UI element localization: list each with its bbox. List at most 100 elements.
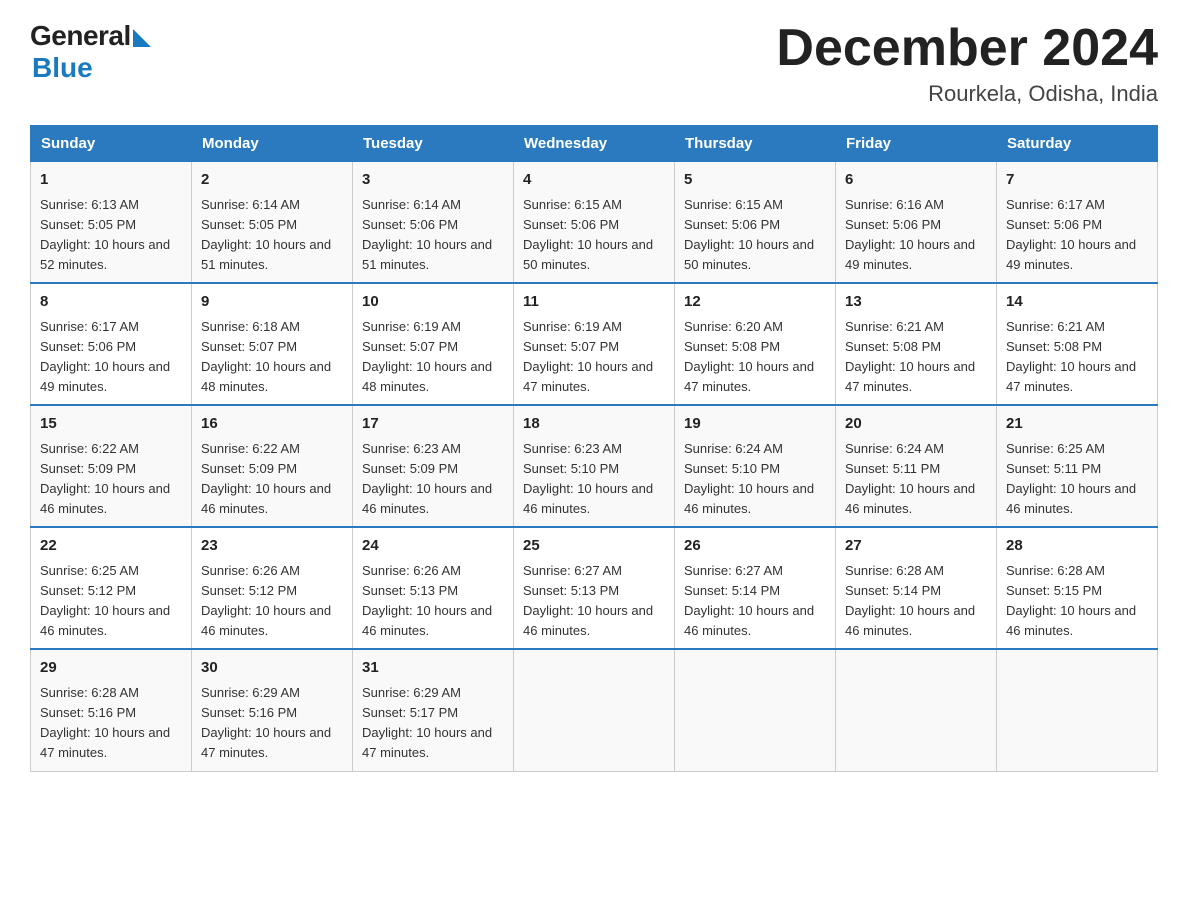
day-info: Sunrise: 6:27 AMSunset: 5:13 PMDaylight:… — [523, 561, 665, 642]
day-info: Sunrise: 6:26 AMSunset: 5:13 PMDaylight:… — [362, 561, 504, 642]
day-info: Sunrise: 6:23 AMSunset: 5:10 PMDaylight:… — [523, 439, 665, 520]
calendar-day-cell: 12 Sunrise: 6:20 AMSunset: 5:08 PMDayligh… — [675, 283, 836, 405]
day-info: Sunrise: 6:24 AMSunset: 5:10 PMDaylight:… — [684, 439, 826, 520]
logo-blue-text: Blue — [32, 52, 93, 84]
calendar-table: SundayMondayTuesdayWednesdayThursdayFrid… — [30, 125, 1158, 771]
calendar-week-row: 22Sunrise: 6:25 AMSunset: 5:12 PMDayligh… — [31, 527, 1158, 649]
day-info: Sunrise: 6:27 AMSunset: 5:14 PMDaylight:… — [684, 561, 826, 642]
calendar-header-row: SundayMondayTuesdayWednesdayThursdayFrid… — [31, 126, 1158, 162]
day-number: 7 — [1006, 169, 1148, 192]
calendar-day-cell: 15Sunrise: 6:22 AMSunset: 5:09 PMDayligh… — [31, 405, 192, 527]
day-number: 30 — [201, 657, 343, 680]
calendar-day-cell: 8Sunrise: 6:17 AMSunset: 5:06 PMDaylight… — [31, 283, 192, 405]
calendar-week-row: 1 Sunrise: 6:13 AMSunset: 5:05 PMDaylight… — [31, 162, 1158, 284]
day-number: 18 — [523, 413, 665, 436]
calendar-day-cell: 1 Sunrise: 6:13 AMSunset: 5:05 PMDaylight… — [31, 162, 192, 284]
day-info: Sunrise: 6:21 AMSunset: 5:08 PMDaylight:… — [1006, 317, 1148, 398]
day-info: Sunrise: 6:23 AMSunset: 5:09 PMDaylight:… — [362, 439, 504, 520]
calendar-day-cell: 17 Sunrise: 6:23 AMSunset: 5:09 PMDayligh… — [353, 405, 514, 527]
day-number: 14 — [1006, 291, 1148, 314]
day-info: Sunrise: 6:19 AMSunset: 5:07 PMDaylight:… — [362, 317, 504, 398]
day-number: 3 — [362, 169, 504, 192]
calendar-day-cell: 19 Sunrise: 6:24 AMSunset: 5:10 PMDayligh… — [675, 405, 836, 527]
calendar-day-cell: 4 Sunrise: 6:15 AMSunset: 5:06 PMDaylight… — [514, 162, 675, 284]
logo-triangle-icon — [133, 29, 151, 47]
day-info: Sunrise: 6:29 AMSunset: 5:16 PMDaylight:… — [201, 683, 343, 764]
day-number: 27 — [845, 535, 987, 558]
day-info: Sunrise: 6:22 AMSunset: 5:09 PMDaylight:… — [201, 439, 343, 520]
calendar-day-header: Sunday — [31, 126, 192, 162]
calendar-day-cell: 23 Sunrise: 6:26 AMSunset: 5:12 PMDayligh… — [192, 527, 353, 649]
calendar-day-cell: 9 Sunrise: 6:18 AMSunset: 5:07 PMDaylight… — [192, 283, 353, 405]
calendar-day-header: Monday — [192, 126, 353, 162]
calendar-day-header: Wednesday — [514, 126, 675, 162]
day-number: 11 — [523, 291, 665, 314]
day-info: Sunrise: 6:18 AMSunset: 5:07 PMDaylight:… — [201, 317, 343, 398]
day-number: 16 — [201, 413, 343, 436]
calendar-day-cell: 25 Sunrise: 6:27 AMSunset: 5:13 PMDayligh… — [514, 527, 675, 649]
day-number: 28 — [1006, 535, 1148, 558]
day-number: 23 — [201, 535, 343, 558]
calendar-day-cell — [997, 649, 1158, 771]
calendar-day-header: Thursday — [675, 126, 836, 162]
day-number: 13 — [845, 291, 987, 314]
main-title: December 2024 — [776, 20, 1158, 77]
calendar-week-row: 29Sunrise: 6:28 AMSunset: 5:16 PMDayligh… — [31, 649, 1158, 771]
day-info: Sunrise: 6:14 AMSunset: 5:06 PMDaylight:… — [362, 195, 504, 276]
calendar-week-row: 15 Sunrise: 6:22 AMSunset: 5:09 PMDayligh… — [31, 405, 1158, 527]
calendar-day-cell: 20 Sunrise: 6:24 AMSunset: 5:11 PMDayligh… — [836, 405, 997, 527]
calendar-day-cell: 14 Sunrise: 6:21 AMSunset: 5:08 PMDayligh… — [997, 283, 1158, 405]
calendar-day-cell: 6Sunrise: 6:16 AMSunset: 5:06 PMDaylight… — [836, 162, 997, 284]
calendar-day-cell: 10 Sunrise: 6:19 AMSunset: 5:07 PMDayligh… — [353, 283, 514, 405]
day-number: 4 — [523, 169, 665, 192]
day-number: 17 — [362, 413, 504, 436]
calendar-day-cell: 28 Sunrise: 6:28 AMSunset: 5:15 PMDayligh… — [997, 527, 1158, 649]
day-number: 12 — [684, 291, 826, 314]
day-info: Sunrise: 6:20 AMSunset: 5:08 PMDaylight:… — [684, 317, 826, 398]
day-info: Sunrise: 6:14 AMSunset: 5:05 PMDaylight:… — [201, 195, 343, 276]
day-info: Sunrise: 6:28 AMSunset: 5:15 PMDaylight:… — [1006, 561, 1148, 642]
day-info: Sunrise: 6:26 AMSunset: 5:12 PMDaylight:… — [201, 561, 343, 642]
day-info: Sunrise: 6:25 AMSunset: 5:12 PMDaylight:… — [40, 561, 182, 642]
day-number: 21 — [1006, 413, 1148, 436]
day-number: 25 — [523, 535, 665, 558]
calendar-day-cell: 7 Sunrise: 6:17 AMSunset: 5:06 PMDaylight… — [997, 162, 1158, 284]
day-info: Sunrise: 6:24 AMSunset: 5:11 PMDaylight:… — [845, 439, 987, 520]
calendar-day-cell — [836, 649, 997, 771]
day-info: Sunrise: 6:15 AMSunset: 5:06 PMDaylight:… — [684, 195, 826, 276]
day-number: 10 — [362, 291, 504, 314]
day-info: Sunrise: 6:19 AMSunset: 5:07 PMDaylight:… — [523, 317, 665, 398]
day-number: 5 — [684, 169, 826, 192]
day-info: Sunrise: 6:15 AMSunset: 5:06 PMDaylight:… — [523, 195, 665, 276]
calendar-day-cell: 27Sunrise: 6:28 AMSunset: 5:14 PMDayligh… — [836, 527, 997, 649]
day-number: 1 — [40, 169, 182, 192]
calendar-day-cell: 31 Sunrise: 6:29 AMSunset: 5:17 PMDayligh… — [353, 649, 514, 771]
day-info: Sunrise: 6:17 AMSunset: 5:06 PMDaylight:… — [40, 317, 182, 398]
calendar-week-row: 8Sunrise: 6:17 AMSunset: 5:06 PMDaylight… — [31, 283, 1158, 405]
calendar-day-header: Friday — [836, 126, 997, 162]
calendar-day-cell: 22Sunrise: 6:25 AMSunset: 5:12 PMDayligh… — [31, 527, 192, 649]
day-number: 9 — [201, 291, 343, 314]
day-info: Sunrise: 6:13 AMSunset: 5:05 PMDaylight:… — [40, 195, 182, 276]
calendar-day-cell: 24 Sunrise: 6:26 AMSunset: 5:13 PMDayligh… — [353, 527, 514, 649]
subtitle: Rourkela, Odisha, India — [776, 81, 1158, 107]
day-number: 31 — [362, 657, 504, 680]
day-number: 15 — [40, 413, 182, 436]
day-number: 20 — [845, 413, 987, 436]
logo: General Blue — [30, 20, 151, 84]
calendar-day-cell: 21 Sunrise: 6:25 AMSunset: 5:11 PMDayligh… — [997, 405, 1158, 527]
day-info: Sunrise: 6:21 AMSunset: 5:08 PMDaylight:… — [845, 317, 987, 398]
day-number: 24 — [362, 535, 504, 558]
day-info: Sunrise: 6:29 AMSunset: 5:17 PMDaylight:… — [362, 683, 504, 764]
calendar-day-cell: 3 Sunrise: 6:14 AMSunset: 5:06 PMDaylight… — [353, 162, 514, 284]
day-number: 2 — [201, 169, 343, 192]
calendar-day-cell: 16 Sunrise: 6:22 AMSunset: 5:09 PMDayligh… — [192, 405, 353, 527]
day-number: 19 — [684, 413, 826, 436]
calendar-day-cell — [675, 649, 836, 771]
calendar-day-cell: 26Sunrise: 6:27 AMSunset: 5:14 PMDayligh… — [675, 527, 836, 649]
calendar-day-cell — [514, 649, 675, 771]
day-info: Sunrise: 6:25 AMSunset: 5:11 PMDaylight:… — [1006, 439, 1148, 520]
calendar-day-cell: 18 Sunrise: 6:23 AMSunset: 5:10 PMDayligh… — [514, 405, 675, 527]
day-info: Sunrise: 6:17 AMSunset: 5:06 PMDaylight:… — [1006, 195, 1148, 276]
day-info: Sunrise: 6:28 AMSunset: 5:16 PMDaylight:… — [40, 683, 182, 764]
